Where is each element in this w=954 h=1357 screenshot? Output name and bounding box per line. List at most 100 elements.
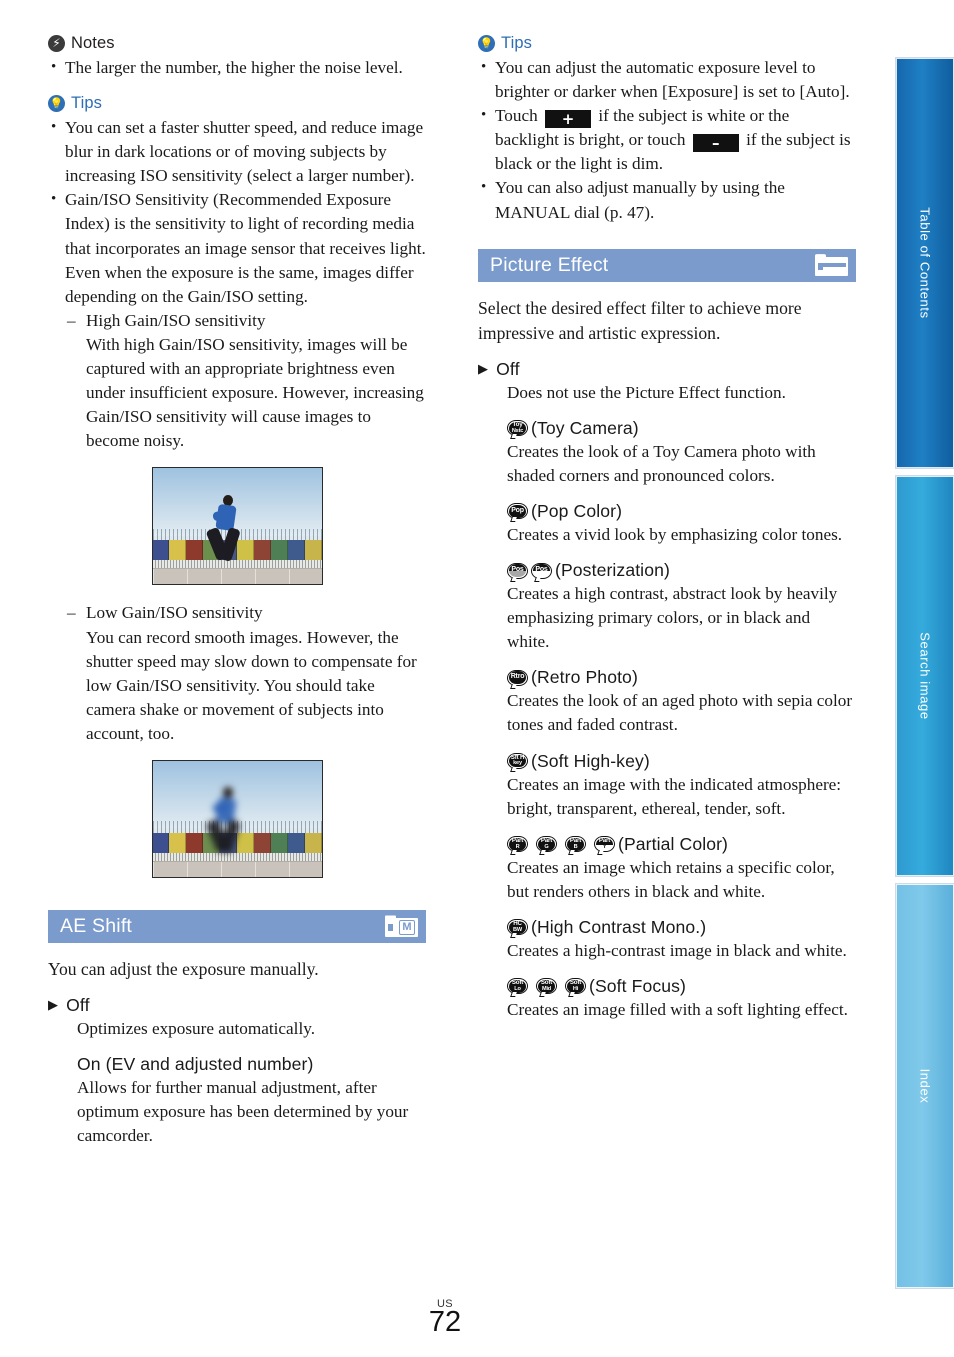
- figure-low-gain: [48, 759, 426, 878]
- subitem-term: High Gain/ISO sensitivity: [67, 309, 426, 333]
- picture-effect-intro: Select the desired effect filter to achi…: [478, 297, 802, 343]
- subitem-text: You can record smooth images. However, t…: [86, 627, 417, 743]
- subitem-text: With high Gain/ISO sensitivity, images w…: [86, 334, 424, 451]
- tips-list: You can set a faster shutter speed, and …: [48, 115, 426, 309]
- camcorder-manual-icon: M: [385, 915, 418, 938]
- low-gain-subitem: Low Gain/ISO sensitivity: [48, 601, 426, 625]
- soft-focus-mid-badge-icon: Soft Mid: [536, 978, 557, 998]
- sidebar-tab-table-of-contents[interactable]: Table of Contents: [896, 58, 954, 468]
- pop-color-badge-icon: Pop: [507, 503, 528, 523]
- section-header-ae-shift: AE Shift M: [48, 909, 426, 943]
- posterization-bw-badge-icon: Pos: [531, 562, 552, 582]
- option-title-row: Toy Nstc (Toy Camera): [478, 418, 856, 440]
- partial-color-b-badge-icon: Part B: [565, 836, 586, 856]
- right-column: 💡 Tips You can adjust the automatic expo…: [478, 34, 856, 1022]
- option-desc: Optimizes exposure automatically.: [77, 1018, 316, 1038]
- option-soft-focus: Soft Lo Soft Mid Soft Hi (Soft Focus) Cr…: [478, 976, 856, 1022]
- notes-list: The larger the number, the higher the no…: [48, 55, 426, 80]
- option-ae-on: On (EV and adjusted number) Allows for f…: [48, 1054, 426, 1148]
- sidebar-tab-index[interactable]: Index: [896, 884, 954, 1288]
- manual-page: ⚡ Notes The larger the number, the highe…: [0, 0, 954, 1357]
- partial-color-r-badge-icon: Part R: [507, 836, 528, 856]
- option-title-row: ▶ Off: [478, 359, 856, 380]
- option-partial-color: Part R Part G Part B Part Y (Partial Col…: [478, 834, 856, 904]
- option-desc: Creates a vivid look by emphasizing colo…: [507, 524, 843, 544]
- soft-focus-hi-badge-icon: Soft Hi: [565, 978, 586, 998]
- option-title-row: Pos Pos (Posterization): [478, 560, 856, 582]
- touch-text-before: Touch: [495, 106, 543, 126]
- option-label: (Retro Photo): [531, 667, 638, 688]
- tab-label: Table of Contents: [917, 207, 933, 319]
- option-high-contrast-mono: HC BW (High Contrast Mono.) Creates a hi…: [478, 917, 856, 963]
- option-pop-color: Pop (Pop Color) Creates a vivid look by …: [478, 501, 856, 547]
- left-column: ⚡ Notes The larger the number, the highe…: [48, 34, 426, 1148]
- option-retro-photo: Rtro (Retro Photo) Creates the look of a…: [478, 667, 856, 737]
- option-ae-off: ▶ Off Optimizes exposure automatically.: [48, 995, 426, 1041]
- posterization-color-badge-icon: Pos: [507, 562, 528, 582]
- tips-label: Tips: [71, 94, 102, 113]
- option-desc: Creates a high contrast, abstract look b…: [507, 584, 838, 652]
- default-marker-icon: ▶: [478, 361, 489, 377]
- high-contrast-mono-badge-icon: HC BW: [507, 919, 528, 939]
- sidebar-tab-search-image[interactable]: Search image: [896, 476, 954, 876]
- option-desc: Creates the look of a Toy Camera photo w…: [507, 441, 816, 485]
- high-gain-subitem: High Gain/ISO sensitivity: [48, 309, 426, 333]
- option-posterization: Pos Pos (Posterization) Creates a high c…: [478, 560, 856, 654]
- manual-mode-letter: M: [399, 920, 415, 936]
- option-desc: Allows for further manual adjustment, af…: [77, 1078, 409, 1146]
- option-title-row: Rtro (Retro Photo): [478, 667, 856, 689]
- runner-figure: [200, 492, 251, 571]
- tips-list: You can adjust the automatic exposure le…: [478, 55, 856, 225]
- list-item: You can adjust the automatic exposure le…: [478, 55, 856, 104]
- default-marker-icon: ▶: [48, 997, 59, 1013]
- option-soft-high-key: Sft H key (Soft High-key) Creates an ima…: [478, 751, 856, 821]
- option-label: (High Contrast Mono.): [531, 916, 707, 937]
- list-item: Gain/ISO Sensitivity (Recommended Exposu…: [48, 187, 426, 308]
- option-desc: Creates the look of an aged photo with s…: [507, 691, 853, 735]
- option-desc: Creates a high-contrast image in black a…: [507, 940, 847, 960]
- page-number: US 72: [0, 1298, 890, 1337]
- option-desc: Creates an image with the indicated atmo…: [507, 774, 842, 818]
- figure-high-gain: [48, 467, 426, 586]
- option-label: (Partial Color): [618, 833, 729, 854]
- list-item: You can set a faster shutter speed, and …: [48, 115, 426, 188]
- option-label: Off: [66, 994, 90, 1015]
- side-tab-rail: Table of Contents Search image Index: [890, 0, 954, 1357]
- exposure-minus-key[interactable]: –: [692, 134, 739, 153]
- option-title-row: Part R Part G Part B Part Y (Partial Col…: [478, 833, 856, 856]
- tips-bulb-icon: 💡: [478, 35, 495, 52]
- tips-bulb-icon: 💡: [48, 95, 65, 113]
- list-item: The larger the number, the higher the no…: [48, 55, 426, 80]
- option-title-row: ▶ Off: [48, 995, 426, 1016]
- option-pe-off: ▶ Off Does not use the Picture Effect fu…: [478, 359, 856, 405]
- toy-camera-badge-icon: Toy Nstc: [507, 420, 528, 440]
- retro-photo-badge-icon: Rtro: [507, 669, 528, 689]
- camcorder-icon: [815, 254, 848, 277]
- section-header-picture-effect: Picture Effect: [478, 248, 856, 282]
- tips-label: Tips: [501, 34, 532, 52]
- page-number-value: 72: [428, 1306, 462, 1338]
- photo-runner-sharp: [151, 467, 323, 586]
- tips-heading: 💡 Tips: [48, 94, 426, 113]
- subitem-term: Low Gain/ISO sensitivity: [67, 601, 426, 625]
- option-label: (Soft High-key): [531, 750, 650, 771]
- option-toy-camera: Toy Nstc (Toy Camera) Creates the look o…: [478, 418, 856, 488]
- exposure-plus-key[interactable]: +: [545, 110, 592, 129]
- runner-figure: [200, 784, 251, 863]
- section-title: Picture Effect: [490, 253, 609, 276]
- photo-runner-blurred: [151, 759, 323, 878]
- notes-bolt-icon: ⚡: [48, 35, 65, 52]
- notes-label: Notes: [71, 34, 115, 52]
- notes-heading: ⚡ Notes: [48, 34, 426, 53]
- option-label: Off: [496, 358, 520, 379]
- option-label: (Soft Focus): [589, 975, 687, 996]
- tab-label: Index: [917, 1068, 933, 1104]
- list-item: You can also adjust manually by using th…: [478, 175, 856, 224]
- option-desc: Creates an image which retains a specifi…: [507, 857, 835, 901]
- soft-high-key-badge-icon: Sft H key: [507, 753, 528, 772]
- option-label: On (EV and adjusted number): [77, 1054, 314, 1075]
- option-desc: Does not use the Picture Effect function…: [507, 382, 786, 402]
- list-item-touch-keys: Touch + if the subject is white or the b…: [478, 103, 856, 176]
- option-title-row: Pop (Pop Color): [478, 501, 856, 523]
- tab-label: Search image: [917, 632, 933, 720]
